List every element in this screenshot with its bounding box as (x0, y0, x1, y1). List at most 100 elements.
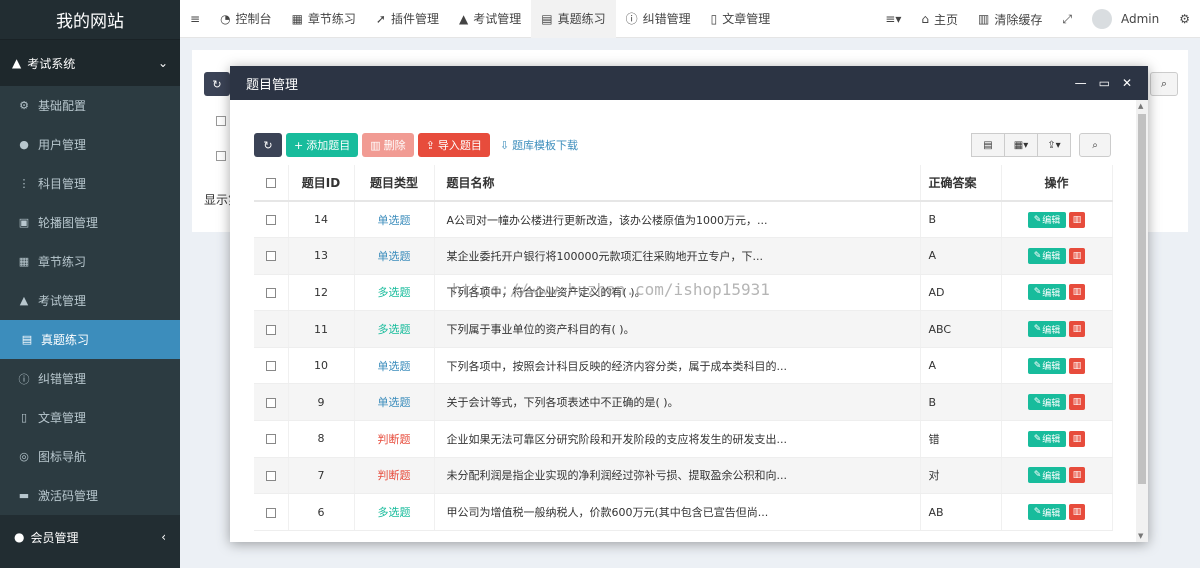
sidebar-group-exam-system[interactable]: ▲ 考试系统 ⌄ (0, 40, 180, 86)
table-row[interactable]: 13 单选题 某企业委托开户银行将100000元款项汇往采购地开立专户，下...… (254, 237, 1113, 275)
maximize-icon[interactable]: ▭ (1099, 76, 1110, 90)
brand-title[interactable]: 我的网站 (0, 0, 180, 40)
fullscreen-button[interactable]: ⤢ (1052, 0, 1082, 38)
user-menu[interactable]: Admin (1082, 0, 1169, 38)
row-delete-button[interactable]: ▥ (1069, 430, 1085, 447)
settings-button[interactable]: ⚙ (1169, 0, 1200, 38)
row-delete-button[interactable]: ▥ (1069, 504, 1085, 521)
row-delete-button[interactable]: ▥ (1069, 394, 1085, 411)
nav-tab[interactable]: ▤ 真题练习 (531, 0, 616, 38)
background-checkbox[interactable] (216, 151, 226, 161)
row-checkbox-cell[interactable] (254, 274, 289, 312)
sidebar-item[interactable]: ▯ 文章管理 (0, 398, 180, 437)
table-row[interactable]: 11 多选题 下列属于事业单位的资产科目的有( )。 ABC ✎ 编辑 ▥ (254, 310, 1113, 348)
row-checkbox-cell[interactable] (254, 237, 289, 275)
file-icon: ▯ (20, 411, 28, 424)
home-link[interactable]: ⌂ 主页 (911, 0, 968, 38)
row-checkbox[interactable] (265, 324, 276, 335)
row-delete-button[interactable]: ▥ (1069, 321, 1085, 338)
sidebar-item[interactable]: ⋮ 科目管理 (0, 164, 180, 203)
table-row[interactable]: 8 判断题 企业如果无法可靠区分研究阶段和开发阶段的支应将发生的研发支出... … (254, 420, 1113, 458)
sidebar-item[interactable]: ▦ 章节练习 (0, 242, 180, 281)
row-checkbox-cell[interactable] (254, 347, 289, 385)
row-checkbox-cell[interactable] (254, 420, 289, 458)
dialog-scrollbar[interactable]: ▲ ▼ (1136, 100, 1148, 542)
toggle-view-button[interactable]: ▤ (971, 133, 1005, 157)
add-question-button[interactable]: + 添加题目 (286, 133, 359, 157)
scroll-down-icon[interactable]: ▼ (1138, 532, 1143, 540)
scroll-thumb[interactable] (1138, 114, 1146, 484)
row-delete-button[interactable]: ▥ (1069, 467, 1085, 484)
template-download-link[interactable]: ⇩ 题库模板下载 (500, 137, 578, 153)
table-row[interactable]: 14 单选题 A公司对一幢办公楼进行更新改造，该办公楼原值为1000万元，...… (254, 201, 1113, 239)
minimize-icon[interactable]: — (1075, 76, 1087, 90)
column-header-name[interactable]: 题目名称 (434, 165, 921, 202)
row-checkbox[interactable] (265, 507, 276, 518)
nav-tab[interactable]: ▲ 考试管理 (449, 0, 531, 38)
export-dropdown-button[interactable]: ⇪▾ (1037, 133, 1071, 157)
clear-cache-button[interactable]: ▥ 清除缓存 (968, 0, 1052, 38)
nav-tab[interactable]: ▦ 章节练习 (282, 0, 366, 38)
import-questions-button[interactable]: ⇪ 导入题目 (417, 133, 490, 157)
nav-tab[interactable]: ◔ 控制台 (210, 0, 282, 38)
table-row[interactable]: 6 多选题 甲公司为增值税一般纳税人，价款600万元(其中包含已宣告但尚... … (254, 493, 1113, 531)
columns-dropdown-button[interactable]: ▦▾ (1004, 133, 1038, 157)
row-checkbox[interactable] (265, 251, 276, 262)
row-checkbox[interactable] (265, 361, 276, 372)
row-checkbox[interactable] (265, 470, 276, 481)
row-checkbox-cell[interactable] (254, 457, 289, 495)
edit-button[interactable]: ✎ 编辑 (1028, 357, 1066, 374)
row-checkbox[interactable] (265, 434, 276, 445)
row-checkbox-cell[interactable] (254, 493, 289, 531)
sidebar-item[interactable]: ▣ 轮播图管理 (0, 203, 180, 242)
background-search-button[interactable]: ⌕ (1150, 72, 1178, 96)
row-checkbox-cell[interactable] (254, 201, 289, 239)
refresh-button[interactable]: ↻ (254, 133, 282, 157)
delete-button[interactable]: ▥ 删除 (362, 133, 414, 157)
column-header-answer[interactable]: 正确答案 (920, 165, 1002, 202)
sidebar-item[interactable]: ◎ 图标导航 (0, 437, 180, 476)
row-delete-button[interactable]: ▥ (1069, 284, 1085, 301)
row-delete-button[interactable]: ▥ (1069, 357, 1085, 374)
menu-toggle-button[interactable]: ≡ (180, 0, 210, 38)
table-row[interactable]: 9 单选题 关于会计等式，下列各项表述中不正确的是( )。 B ✎ 编辑 ▥ (254, 383, 1113, 422)
column-header-type[interactable]: 题目类型 (354, 165, 435, 202)
background-checkbox[interactable] (216, 116, 226, 126)
row-checkbox-cell[interactable] (254, 310, 289, 348)
edit-button[interactable]: ✎ 编辑 (1028, 321, 1066, 338)
column-header-id[interactable]: 题目ID (288, 165, 355, 202)
row-checkbox[interactable] (265, 215, 276, 226)
table-row[interactable]: 12 多选题 下列各项中，符合企业资产定义的有( )。 AD ✎ 编辑 ▥ (254, 274, 1113, 312)
select-all-checkbox-cell[interactable] (254, 165, 289, 202)
edit-button[interactable]: ✎ 编辑 (1028, 211, 1066, 228)
sidebar-group-members[interactable]: ● 会员管理 ‹ (0, 516, 180, 558)
background-refresh-button[interactable]: ↻ (204, 72, 230, 96)
search-button[interactable]: ⌕ (1079, 133, 1111, 157)
edit-button[interactable]: ✎ 编辑 (1028, 467, 1066, 484)
select-all-checkbox[interactable] (265, 178, 276, 188)
row-checkbox[interactable] (265, 287, 276, 298)
row-delete-button[interactable]: ▥ (1069, 247, 1085, 264)
sidebar-item[interactable]: ● 用户管理 (0, 125, 180, 164)
edit-button[interactable]: ✎ 编辑 (1028, 247, 1066, 264)
row-checkbox-cell[interactable] (254, 383, 289, 422)
sidebar-item[interactable]: ▤ 真题练习 (0, 320, 180, 359)
edit-button[interactable]: ✎ 编辑 (1028, 394, 1066, 411)
nav-tab[interactable]: ⓘ 纠错管理 (616, 0, 701, 38)
row-delete-button[interactable]: ▥ (1069, 211, 1085, 228)
menu-dropdown-button[interactable]: ≡▾ (875, 0, 911, 38)
scroll-up-icon[interactable]: ▲ (1138, 102, 1143, 110)
nav-tab[interactable]: ➚ 插件管理 (366, 0, 449, 38)
nav-tab[interactable]: ▯ 文章管理 (701, 0, 781, 38)
edit-button[interactable]: ✎ 编辑 (1028, 504, 1066, 521)
close-icon[interactable]: ✕ (1122, 76, 1132, 90)
sidebar-item[interactable]: ⓘ 纠错管理 (0, 359, 180, 398)
edit-button[interactable]: ✎ 编辑 (1028, 284, 1066, 301)
sidebar-item[interactable]: ▬ 激活码管理 (0, 476, 180, 515)
sidebar-item[interactable]: ⚙ 基础配置 (0, 86, 180, 125)
table-row[interactable]: 7 判断题 未分配利润是指企业实现的净利润经过弥补亏损、提取盈余公积和向... … (254, 457, 1113, 495)
edit-button[interactable]: ✎ 编辑 (1028, 430, 1066, 447)
sidebar-item[interactable]: ▲ 考试管理 (0, 281, 180, 320)
table-row[interactable]: 10 单选题 下列各项中，按照会计科目反映的经济内容分类，属于成本类科目的...… (254, 347, 1113, 385)
row-checkbox[interactable] (265, 397, 276, 408)
